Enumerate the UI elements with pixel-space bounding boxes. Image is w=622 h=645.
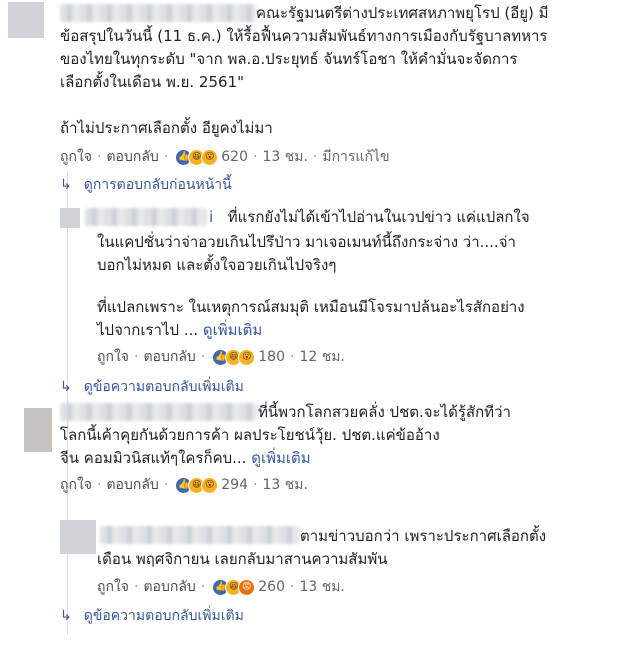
commenter-name[interactable] (60, 4, 256, 22)
reaction-count[interactable]: 180 (258, 348, 285, 366)
comment-text: บอกไม่หมด และตั้งใจอวยเกินไปจริงๆ (97, 256, 337, 274)
comment-text: จีน คอมมิวนิสแท้ๆใครก็คบ... (60, 449, 247, 467)
edited-label[interactable]: มีการแก้ไข (322, 148, 389, 166)
reply-button[interactable]: ตอบกลับ (106, 476, 158, 494)
see-more-link[interactable]: ดูเพิ่มเติม (251, 449, 310, 467)
like-button[interactable]: ถูกใจ (97, 578, 129, 596)
comment-text: โลกนี้เค้าคุยกันด้วยการค้า ผลประโยชน์วุ้… (60, 426, 440, 444)
comment-text: ถ้าไม่ประกาศเลือกตั้ง อียูคงไม่มา (60, 119, 273, 137)
timestamp[interactable]: 13 ชม. (262, 476, 307, 494)
comment-actions: ถูกใจ · ตอบกลับ · 👍 😆 😮 620 · 13 ชม. · ม… (60, 148, 390, 166)
comment-text: ที่แรกยังไม่ได้เข้าไปอ่านในเวปข่าว แค่แป… (227, 208, 530, 226)
comment-text: คณะรัฐมนตรีต่างประเทศสหภาพยุโรป (อียู) ม… (256, 4, 549, 22)
angry-icon: 😡 (238, 578, 256, 596)
comment-text: เลือกตั้งในเดือน พ.ย. 2561" (60, 73, 245, 91)
commenter-name[interactable] (60, 403, 258, 421)
commenter-name-suffix[interactable]: i (209, 208, 213, 226)
timestamp[interactable]: 13 ชม. (299, 578, 344, 596)
reply-button[interactable]: ตอบกลับ (106, 148, 158, 166)
like-button[interactable]: ถูกใจ (97, 348, 129, 366)
comment-actions: ถูกใจ · ตอบกลับ · 👍 😆 😡 260 · 13 ชม. (97, 578, 345, 596)
timestamp[interactable]: 13 ชม. (262, 148, 307, 166)
comment-text: เดือน พฤศจิกายน เลยกลับมาสานความสัมพัน (97, 550, 388, 568)
avatar[interactable] (24, 408, 52, 452)
comment-text: ไปจากเราไป ... (97, 321, 199, 339)
avatar[interactable] (60, 520, 96, 554)
comment-text: ของไทยในทุกระดับ "จาก พล.อ.ประยุทธ์ จันท… (60, 50, 518, 68)
comment-actions: ถูกใจ · ตอบกลับ · 👍 😆 😮 294 · 13 ชม. (60, 476, 308, 494)
view-more-replies[interactable]: ↳ ดูข้อความตอบกลับเพิ่มเติม (60, 378, 244, 396)
avatar[interactable] (60, 208, 80, 228)
reactions[interactable]: 👍 😆 😡 (212, 578, 256, 596)
reply-button[interactable]: ตอบกลับ (143, 348, 195, 366)
comment-text: ในแคปชั่นว่าจ่าอวยเกินไปรึป่าว มาเจอเมนท… (97, 233, 516, 251)
comment-actions: ถูกใจ · ตอบกลับ · 👍 😆 😮 180 · 12 ชม. (97, 348, 345, 366)
reactions[interactable]: 👍 😆 😮 (212, 348, 256, 366)
wow-icon: 😮 (201, 148, 219, 166)
comment-text: ที่แปลกเพราะ ในเหตุการณ์สมมุติ เหมือนมีโ… (97, 298, 525, 316)
like-button[interactable]: ถูกใจ (60, 148, 92, 166)
reaction-count[interactable]: 294 (221, 476, 248, 494)
reaction-count[interactable]: 620 (221, 148, 248, 166)
comment-text: ข้อสรุปในวันนี้ (11 ธ.ค.) ให้รื้อฟื้นควา… (60, 27, 548, 45)
like-button[interactable]: ถูกใจ (60, 476, 92, 494)
reply-arrow-icon: ↳ (60, 608, 72, 624)
see-more-link[interactable]: ดูเพิ่มเติม (203, 321, 262, 339)
wow-icon: 😮 (201, 476, 219, 494)
reaction-count[interactable]: 260 (258, 578, 285, 596)
reply-arrow-icon: ↳ (60, 177, 72, 193)
reply-arrow-icon: ↳ (60, 379, 72, 395)
avatar[interactable] (8, 2, 44, 38)
wow-icon: 😮 (238, 348, 256, 366)
view-more-replies[interactable]: ↳ ดูข้อความตอบกลับเพิ่มเติม (60, 607, 244, 625)
comment-text: ที่นี้พวกโลกสวยคลั่ง ปชต.จะได้รู้สักทีว่… (258, 403, 511, 421)
commenter-name[interactable] (100, 526, 300, 544)
commenter-name[interactable] (85, 208, 207, 226)
timestamp[interactable]: 12 ชม. (299, 348, 344, 366)
comment-text: ตามข่าวบอกว่า เพราะประกาศเลือกตั้ง (300, 527, 547, 545)
reply-button[interactable]: ตอบกลับ (143, 578, 195, 596)
view-previous-replies[interactable]: ↳ ดูการตอบกลับก่อนหน้านี้ (60, 176, 232, 194)
reactions[interactable]: 👍 😆 😮 (175, 476, 219, 494)
reactions[interactable]: 👍 😆 😮 (175, 148, 219, 166)
